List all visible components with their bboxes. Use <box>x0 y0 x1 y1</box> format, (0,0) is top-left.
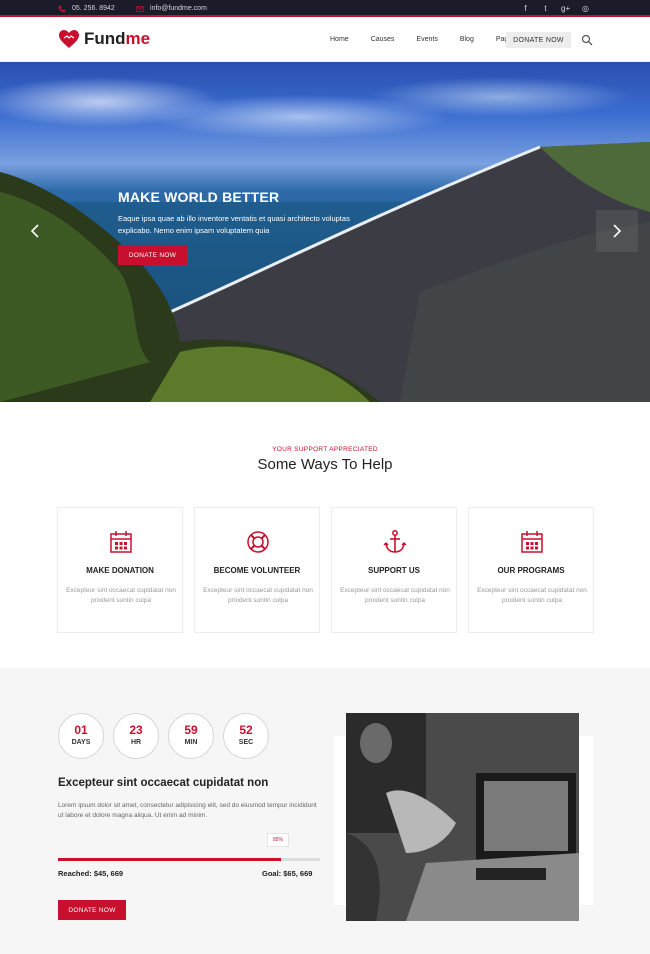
meeting-photo-image <box>346 713 579 921</box>
countdown-seconds: 52 SEC <box>223 713 269 759</box>
help-title: Some Ways To Help <box>257 456 393 473</box>
site-logo[interactable]: Fundme <box>58 29 150 49</box>
card-text: Excepteur sint occaecat cupidatat non pr… <box>477 587 587 604</box>
donation-progress-bar <box>58 858 320 861</box>
site-header: Fundme Home Causes Events Blog Pages DON… <box>0 19 650 62</box>
facebook-icon[interactable]: f <box>521 3 530 14</box>
hero-donate-button[interactable]: DONATE NOW <box>118 245 187 265</box>
nav-causes[interactable]: Causes <box>371 34 395 46</box>
hero-next-arrow[interactable] <box>596 210 638 252</box>
card-title: SUPPORT US <box>367 566 420 575</box>
nav-home[interactable]: Home <box>330 34 349 46</box>
countdown-label: HR <box>130 739 142 746</box>
help-card-support[interactable]: SUPPORT US Excepteur sint occaecat cupid… <box>331 507 457 633</box>
calendar-icon <box>521 531 543 553</box>
countdown-minutes: 59 MIN <box>168 713 214 759</box>
logo-accent: me <box>125 29 151 48</box>
phone-icon <box>58 5 66 12</box>
help-card-volunteer[interactable]: BECOME VOLUNTEER Excepteur sint occaecat… <box>194 507 320 633</box>
cause-title: Excepteur sint occaecat cupidatat non <box>58 777 269 789</box>
logo-text: Fundme <box>84 29 150 49</box>
top-bar: 05. 256. 8942 info@fundme.com f t g+ ◎ <box>0 0 650 17</box>
hero-text: Eaque ipsa quae ab illo inventore ventat… <box>118 214 350 235</box>
calendar-icon <box>110 531 132 553</box>
help-card-donation[interactable]: MAKE DONATION Excepteur sint occaecat cu… <box>57 507 183 633</box>
amount-goal: Goal: $65, 669 <box>262 869 313 878</box>
cause-photo <box>346 713 579 921</box>
help-card-programs[interactable]: OUR PROGRAMS Excepteur sint occaecat cup… <box>468 507 594 633</box>
countdown-hours: 23 HR <box>113 713 159 759</box>
card-text: Excepteur sint occaecat cupidatat non pr… <box>203 587 313 604</box>
email-address: info@fundme.com <box>150 5 207 12</box>
card-text: Excepteur sint occaecat cupidatat non pr… <box>66 587 176 604</box>
countdown-value: 52 <box>239 723 253 737</box>
countdown-days: 01 DAYS <box>58 713 104 759</box>
card-title: BECOME VOLUNTEER <box>213 566 301 575</box>
chevron-left-icon <box>30 224 39 238</box>
hero-prev-arrow[interactable] <box>14 210 56 252</box>
twitter-icon[interactable]: t <box>541 3 550 14</box>
countdown-label: MIN <box>184 739 198 746</box>
instagram-icon[interactable]: ◎ <box>581 3 590 14</box>
hero-title: MAKE WORLD BETTER <box>118 189 280 205</box>
hero-slider: MAKE WORLD BETTER Eaque ipsa quae ab ill… <box>0 62 650 402</box>
nav-events[interactable]: Events <box>416 34 437 46</box>
amount-reached: Reached: $45, 669 <box>58 869 124 878</box>
logo-main: Fund <box>84 29 126 48</box>
countdown-label: DAYS <box>71 739 91 746</box>
anchor-icon <box>383 530 407 553</box>
help-subtitle: YOUR SUPPORT APPRECIATED <box>272 446 378 453</box>
google-plus-icon[interactable]: g+ <box>561 3 570 14</box>
cause-text: Lorem ipsum dolor sit amet, consectetur … <box>58 802 317 819</box>
progress-fill <box>58 858 281 861</box>
card-text: Excepteur sint occaecat cupidatat non pr… <box>340 587 450 604</box>
chevron-right-icon <box>613 224 622 238</box>
progress-percent-badge: 85% <box>267 833 289 847</box>
social-links: f t g+ ◎ <box>521 3 590 14</box>
mail-icon <box>136 5 144 12</box>
header-donate-button[interactable]: DONATE NOW <box>506 32 571 48</box>
card-title: OUR PROGRAMS <box>497 566 565 575</box>
email-contact[interactable]: info@fundme.com <box>136 3 207 14</box>
phone-number: 05. 256. 8942 <box>72 5 115 12</box>
cause-donate-button[interactable]: DONATE NOW <box>58 900 126 920</box>
card-title: MAKE DONATION <box>86 566 154 575</box>
countdown-value: 23 <box>129 723 143 737</box>
search-icon[interactable] <box>581 34 593 46</box>
phone-contact[interactable]: 05. 256. 8942 <box>58 3 115 14</box>
heart-logo-icon <box>59 30 79 48</box>
countdown-value: 59 <box>184 723 198 737</box>
lifebuoy-icon <box>247 531 269 553</box>
nav-blog[interactable]: Blog <box>460 34 474 46</box>
countdown-value: 01 <box>74 723 88 737</box>
countdown-label: SEC <box>238 739 254 746</box>
